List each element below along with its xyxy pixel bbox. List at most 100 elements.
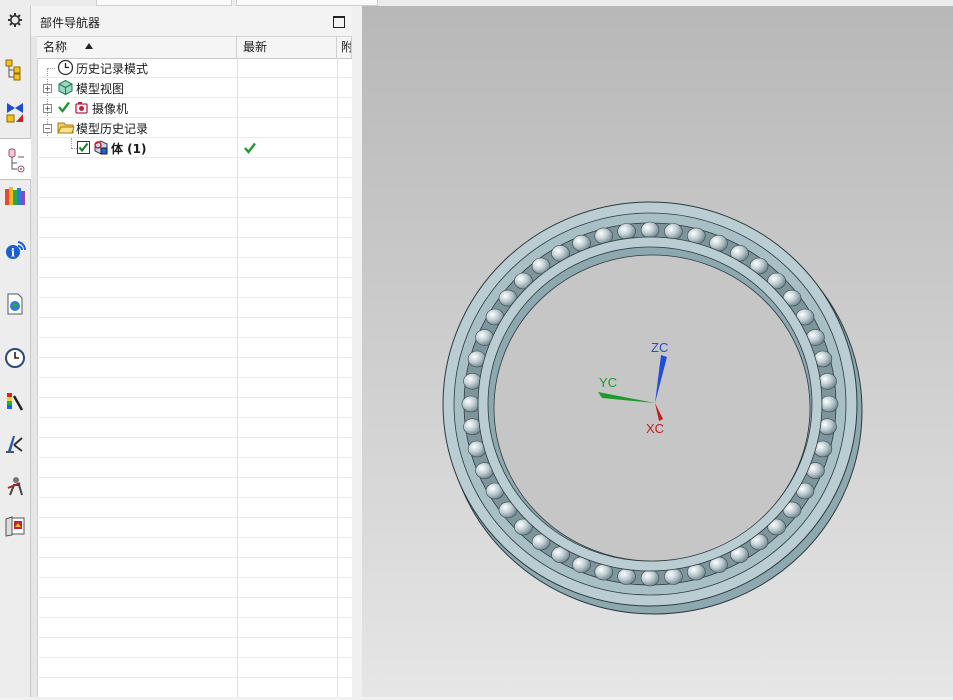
navigator-title: 部件导航器 [40,16,101,30]
tree-row-body[interactable]: 体 (1) [37,138,352,158]
expand-icon[interactable]: + [43,104,52,113]
up-to-date-check-icon [244,142,256,154]
tree-cell-latest [237,78,338,98]
part-navigator-panel: 部件导航器 名称 最新 附 历史记录模式 + 模型视图 + 摄像机 − 模型历史… [31,6,353,697]
column-name-label: 名称 [43,40,68,54]
column-third[interactable]: 附 [337,37,352,58]
empty-row [37,598,352,618]
empty-row [37,178,352,198]
navigator-tree: 历史记录模式 + 模型视图 + 摄像机 − 模型历史记录 体 (1) [37,58,352,697]
model-view-icon [58,79,73,96]
empty-row [37,498,352,518]
body-icon [94,140,108,155]
empty-row [37,418,352,438]
settings-icon[interactable] [2,6,28,34]
tree-cell-name: + 模型视图 [37,78,238,98]
tree-connector [47,68,55,69]
reuse-library-icon[interactable] [2,182,28,210]
tree-label: 模型历史记录 [76,122,149,136]
bearing-ball [617,568,636,585]
empty-row [37,618,352,638]
assembly-navigator-icon[interactable] [2,56,28,84]
panel-splitter[interactable] [352,6,362,697]
empty-row [37,658,352,678]
bearing-model[interactable]: YC ZC XC [362,6,953,697]
constraint-navigator-icon[interactable] [2,98,28,126]
empty-row [37,438,352,458]
check-icon [58,101,70,113]
folder-icon [57,122,75,134]
tree-row-model-history[interactable]: − 模型历史记录 [37,118,352,138]
empty-row [37,278,352,298]
empty-row [37,538,352,558]
tree-cell-latest [237,98,338,118]
checkbox-checked-icon[interactable] [77,141,90,154]
empty-row [37,458,352,478]
bearing-ball [617,223,636,240]
tree-label: 摄像机 [92,102,129,116]
expand-icon[interactable]: + [43,84,52,93]
empty-row [37,398,352,418]
resource-bar: i [0,6,31,697]
empty-row [37,298,352,318]
process-studio-icon[interactable] [2,430,28,458]
empty-row [37,558,352,578]
z-axis-label: ZC [651,340,668,355]
column-header: 名称 最新 附 [37,36,352,59]
tree-cell-latest [237,138,338,158]
empty-row [37,338,352,358]
tree-cell-name: 体 (1) [37,138,238,158]
empty-row [37,378,352,398]
column-latest[interactable]: 最新 [237,37,337,58]
tree-row-model-views[interactable]: + 模型视图 [37,78,352,98]
column-third-label: 附 [341,40,352,54]
empty-row [37,578,352,598]
tree-cell-latest [237,58,338,78]
tree-label: 体 (1) [111,142,147,156]
column-latest-label: 最新 [243,40,268,54]
clock-icon [57,59,74,76]
bearing-ball [664,568,683,585]
graphics-window[interactable]: YC ZC XC [362,6,953,697]
bearing-ball [461,395,481,413]
history-icon[interactable] [2,344,28,372]
empty-row [37,318,352,338]
tree-cell-name: 历史记录模式 [37,58,238,78]
system-materials-icon[interactable] [2,388,28,416]
bearing-ball [664,223,683,240]
tree-row-cameras[interactable]: + 摄像机 [37,98,352,118]
system-scenes-icon[interactable] [2,512,28,540]
part-navigator-icon[interactable] [0,138,31,180]
empty-row [37,158,352,178]
empty-row [37,358,352,378]
empty-row [37,258,352,278]
camera-icon [75,102,88,114]
collapse-icon[interactable]: − [43,124,52,133]
empty-row [37,478,352,498]
column-name[interactable]: 名称 [37,37,237,58]
roles-icon[interactable] [2,472,28,500]
web-browser-icon[interactable] [2,290,28,318]
y-axis-label: YC [599,375,617,390]
empty-row [37,238,352,258]
tree-cell-name: − 模型历史记录 [37,118,238,138]
maximize-icon[interactable] [333,16,345,28]
tree-row-history-mode[interactable]: 历史记录模式 [37,58,352,78]
bearing-ball [640,569,660,587]
bore-opening [493,254,811,562]
empty-row [37,638,352,658]
sort-ascending-icon [85,42,94,49]
hd3d-tools-icon[interactable]: i [2,236,28,264]
tree-cell-latest [237,118,338,138]
empty-row [37,518,352,538]
empty-row [37,678,352,697]
bearing-ball [819,395,839,413]
tree-label: 历史记录模式 [76,62,149,76]
tree-cell-name: + 摄像机 [37,98,238,118]
empty-row [37,218,352,238]
empty-row [37,198,352,218]
x-axis-label: XC [646,421,664,436]
bearing-ball [640,221,660,239]
navigator-header: 部件导航器 [31,6,352,36]
svg-text:i: i [11,247,15,260]
